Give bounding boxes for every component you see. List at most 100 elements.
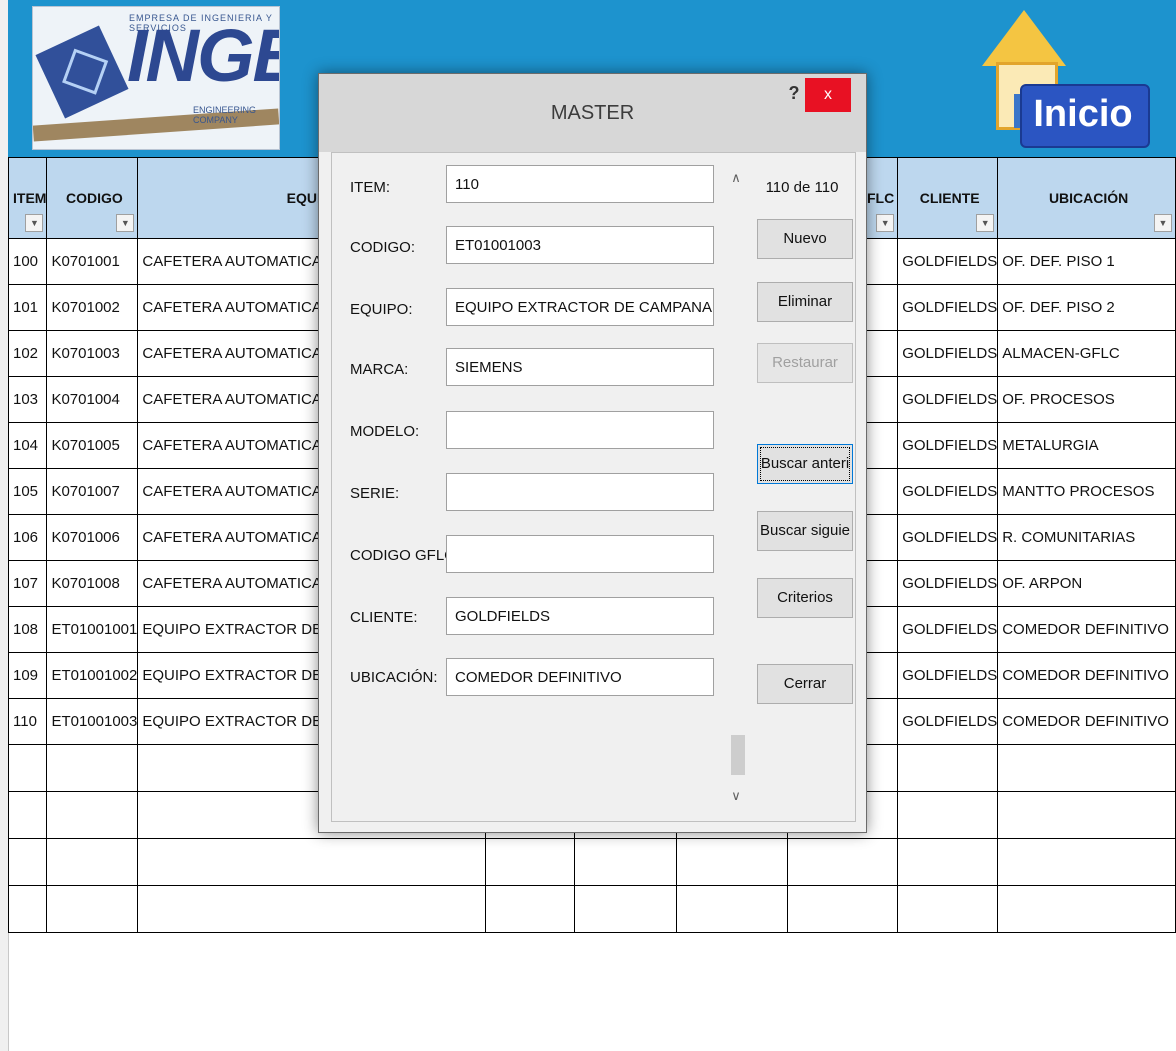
table-cell[interactable] [137,885,487,933]
column-header[interactable]: CODIGO ▼ [46,157,139,239]
table-cell[interactable] [137,838,487,886]
codigo-field[interactable]: ET01001003 [446,226,714,264]
table-cell[interactable] [485,885,576,933]
table-cell[interactable] [676,885,789,933]
home-button[interactable]: Inicio [978,10,1164,150]
table-cell[interactable] [46,838,139,886]
ubicacion-field[interactable]: COMEDOR DEFINITIVO [446,658,714,696]
table-cell[interactable]: 100 [7,238,48,285]
table-cell[interactable]: K0701006 [46,514,139,561]
table-cell[interactable] [897,791,999,839]
table-cell[interactable]: 106 [7,514,48,561]
table-cell[interactable]: ALMACEN-GFLC [997,330,1176,377]
serie-field[interactable] [446,473,714,511]
table-cell[interactable]: 101 [7,284,48,331]
table-cell[interactable]: K0701002 [46,284,139,331]
table-cell[interactable]: METALURGIA [997,422,1176,469]
record-scrollbar[interactable]: ∧ ∨ [725,167,747,807]
table-cell[interactable]: GOLDFIELDS [897,698,999,745]
buscar-anterior-button[interactable]: Buscar anteri [757,444,853,484]
criterios-button[interactable]: Criterios [757,578,853,618]
filter-dropdown-icon[interactable]: ▼ [1154,214,1172,232]
table-cell[interactable]: COMEDOR DEFINITIVO [997,698,1176,745]
table-cell[interactable] [574,838,678,886]
column-header[interactable]: ITEM ▼ [7,157,48,239]
table-cell[interactable]: OF. ARPON [997,560,1176,607]
table-cell[interactable]: 105 [7,468,48,515]
filter-dropdown-icon[interactable]: ▼ [876,214,895,232]
table-cell[interactable] [897,838,999,886]
table-cell[interactable]: OF. DEF. PISO 1 [997,238,1176,285]
table-cell[interactable]: GOLDFIELDS [897,514,999,561]
table-cell[interactable] [485,838,576,886]
table-cell[interactable] [46,791,139,839]
item-field[interactable]: 110 [446,165,714,203]
dialog-titlebar[interactable]: MASTER ? x [319,74,866,152]
close-button[interactable]: x [805,78,851,112]
table-cell[interactable] [676,838,789,886]
table-cell[interactable]: COMEDOR DEFINITIVO [997,652,1176,699]
table-cell[interactable]: 102 [7,330,48,377]
table-cell[interactable]: K0701008 [46,560,139,607]
table-cell[interactable]: 104 [7,422,48,469]
table-cell[interactable]: OF. DEF. PISO 2 [997,284,1176,331]
table-cell[interactable]: GOLDFIELDS [897,652,999,699]
codigo-gflc-field[interactable] [446,535,714,573]
table-cell[interactable]: ET01001002 [46,652,139,699]
table-cell[interactable] [7,744,48,792]
table-cell[interactable]: GOLDFIELDS [897,606,999,653]
table-cell[interactable]: MANTTO PROCESOS [997,468,1176,515]
table-cell[interactable]: GOLDFIELDS [897,330,999,377]
cerrar-button[interactable]: Cerrar [757,664,853,704]
eliminar-button[interactable]: Eliminar [757,282,853,322]
table-cell[interactable] [997,791,1176,839]
restaurar-button[interactable]: Restaurar [757,343,853,383]
table-cell[interactable]: GOLDFIELDS [897,468,999,515]
table-cell[interactable]: 103 [7,376,48,423]
filter-dropdown-icon[interactable]: ▼ [976,214,995,232]
marca-field[interactable]: SIEMENS [446,348,714,386]
table-cell[interactable]: 107 [7,560,48,607]
table-cell[interactable]: K0701004 [46,376,139,423]
table-cell[interactable]: 110 [7,698,48,745]
table-cell[interactable] [897,885,999,933]
table-cell[interactable] [997,885,1176,933]
table-cell[interactable] [7,838,48,886]
table-cell[interactable] [46,885,139,933]
table-cell[interactable]: 109 [7,652,48,699]
table-cell[interactable] [897,744,999,792]
cliente-field[interactable]: GOLDFIELDS [446,597,714,635]
table-cell[interactable] [574,885,678,933]
table-cell[interactable]: GOLDFIELDS [897,238,999,285]
table-cell[interactable]: GOLDFIELDS [897,376,999,423]
table-cell[interactable] [997,744,1176,792]
column-header[interactable]: CLIENTE ▼ [897,157,999,239]
table-cell[interactable]: 108 [7,606,48,653]
table-cell[interactable]: K0701003 [46,330,139,377]
modelo-field[interactable] [446,411,714,449]
table-cell[interactable]: GOLDFIELDS [897,422,999,469]
table-cell[interactable]: OF. PROCESOS [997,376,1176,423]
filter-dropdown-icon[interactable]: ▼ [25,214,44,232]
table-cell[interactable]: R. COMUNITARIAS [997,514,1176,561]
scroll-thumb[interactable] [731,735,745,775]
table-cell[interactable] [7,885,48,933]
table-cell[interactable] [46,744,139,792]
table-cell[interactable]: K0701001 [46,238,139,285]
filter-dropdown-icon[interactable]: ▼ [116,214,135,232]
table-cell[interactable]: GOLDFIELDS [897,560,999,607]
table-cell[interactable] [7,791,48,839]
table-cell[interactable]: ET01001001 [46,606,139,653]
table-cell[interactable] [787,838,899,886]
column-header[interactable]: UBICACIÓN ▼ [997,157,1176,239]
table-cell[interactable] [997,838,1176,886]
table-cell[interactable]: GOLDFIELDS [897,284,999,331]
table-cell[interactable]: K0701005 [46,422,139,469]
nuevo-button[interactable]: Nuevo [757,219,853,259]
table-cell[interactable] [787,885,899,933]
help-button[interactable]: ? [785,78,803,108]
table-cell[interactable]: K0701007 [46,468,139,515]
scroll-up-icon[interactable]: ∧ [725,167,747,189]
equipo-field[interactable]: EQUIPO EXTRACTOR DE CAMPANA N° 3: EQUIPO [446,288,714,326]
table-cell[interactable]: COMEDOR DEFINITIVO [997,606,1176,653]
